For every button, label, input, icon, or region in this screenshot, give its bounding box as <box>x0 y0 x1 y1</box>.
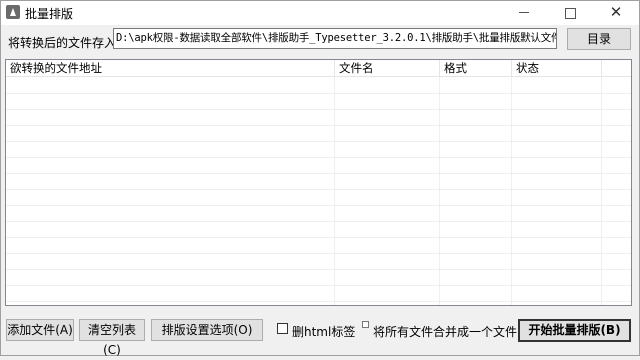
column-header-path[interactable]: 欲转换的文件地址 <box>6 60 335 76</box>
clear-list-button[interactable]: 清空列表(C) <box>79 319 145 357</box>
grid-row-line <box>6 221 631 222</box>
start-batch-button[interactable]: 开始批量排版(B) <box>518 319 631 342</box>
title-bar: 批量排版 ✕ <box>1 1 639 25</box>
minimize-button[interactable] <box>501 1 547 25</box>
column-header-status[interactable]: 状态 <box>512 60 602 76</box>
app-icon <box>6 5 20 19</box>
output-path-field[interactable]: D:\apk权限-数据读取全部软件\排版助手_Typesetter_3.2.0.… <box>113 28 557 49</box>
merge-files-label[interactable]: 将所有文件合并成一个文件 <box>373 323 517 340</box>
maximize-icon <box>565 8 576 19</box>
grid-row-line <box>6 301 631 302</box>
column-header-format[interactable]: 格式 <box>440 60 512 76</box>
browse-directory-button[interactable]: 目录 <box>567 28 631 50</box>
column-divider <box>601 77 602 305</box>
merge-files-checkbox[interactable] <box>362 321 369 328</box>
grid-row-line <box>6 285 631 286</box>
add-files-label: 添加文件(A) <box>7 323 73 337</box>
clear-list-label: 清空列表(C) <box>87 323 136 357</box>
add-files-button[interactable]: 添加文件(A) <box>6 319 74 341</box>
delete-html-checkbox[interactable] <box>277 323 288 334</box>
column-divider <box>334 77 335 305</box>
close-icon: ✕ <box>609 3 623 21</box>
close-button[interactable]: ✕ <box>593 1 639 25</box>
grid-row-line <box>6 157 631 158</box>
grid-row-line <box>6 189 631 190</box>
column-header-filename[interactable]: 文件名 <box>335 60 440 76</box>
typeset-options-label: 排版设置选项(O) <box>161 323 253 337</box>
grid-row-line <box>6 253 631 254</box>
column-divider <box>439 77 440 305</box>
maximize-button[interactable] <box>547 1 593 25</box>
grid-row-line <box>6 93 631 94</box>
file-list-table[interactable]: 欲转换的文件地址 文件名 格式 状态 <box>5 59 632 306</box>
grid-row-line <box>6 125 631 126</box>
start-batch-label: 开始批量排版(B) <box>528 323 621 337</box>
minimize-icon <box>519 12 529 13</box>
grid-row-line <box>6 173 631 174</box>
grid-row-line <box>6 237 631 238</box>
grid-row-line <box>6 141 631 142</box>
batch-typeset-window: 批量排版 ✕ 将转换后的文件存入 D:\apk权限-数据读取全部软件\排版助手_… <box>0 0 640 357</box>
delete-html-label[interactable]: 删html标签 <box>292 323 355 340</box>
table-header: 欲转换的文件地址 文件名 格式 状态 <box>6 60 631 77</box>
window-title: 批量排版 <box>25 7 74 21</box>
grid-row-line <box>6 109 631 110</box>
output-folder-label: 将转换后的文件存入 <box>8 36 117 50</box>
column-divider <box>511 77 512 305</box>
grid-row-line <box>6 205 631 206</box>
grid-row-line <box>6 269 631 270</box>
typeset-options-button[interactable]: 排版设置选项(O) <box>151 319 263 341</box>
